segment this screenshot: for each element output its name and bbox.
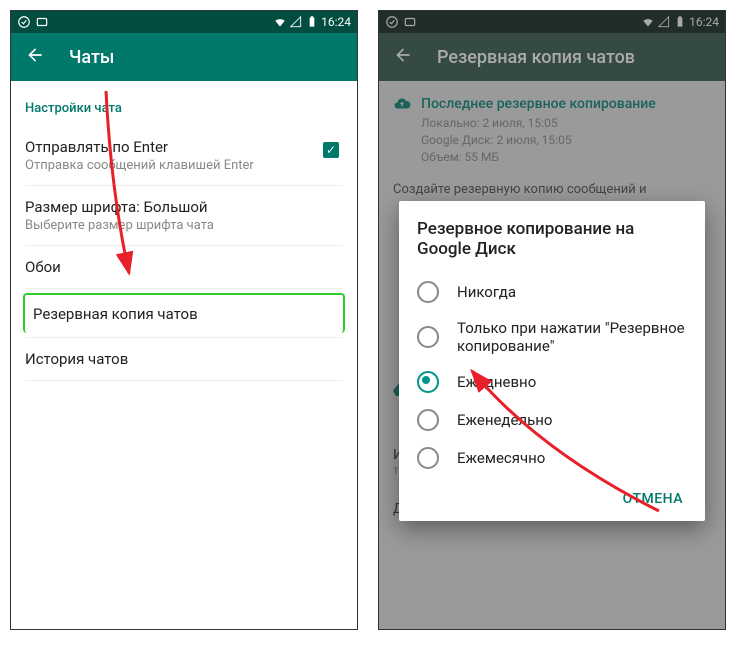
last-backup-local: Локально: 2 июля, 15:05 — [421, 116, 711, 130]
screenshot-left: 16:24 Чаты Настройки чата Отправлять по … — [10, 10, 358, 630]
section-header: Настройки чата — [25, 93, 343, 126]
backup-frequency-dialog: Резервное копирование на Google Диск Ник… — [399, 201, 705, 521]
battery-icon — [305, 15, 319, 29]
app-bar: Резервная копия чатов — [379, 33, 725, 81]
row-wallpaper[interactable]: Обои — [25, 246, 343, 289]
radio-option-manual[interactable]: Только при нажатии "Резервное копировани… — [417, 311, 687, 363]
settings-list: Настройки чата Отправлять по Enter Отпра… — [11, 81, 357, 381]
backup-hint: Создайте резервную копию сообщений и — [393, 182, 711, 197]
back-icon[interactable] — [25, 45, 45, 70]
status-bar: 16:24 — [379, 11, 725, 33]
last-backup-size: Объем: 55 МБ — [421, 150, 711, 164]
row-font-size[interactable]: Размер шрифта: Большой Выберите размер ш… — [25, 186, 343, 246]
notification-icon-2 — [403, 15, 417, 29]
notification-icon — [385, 15, 399, 29]
row-chat-backup[interactable]: Резервная копия чатов — [23, 293, 345, 333]
radio-option-monthly[interactable]: Ежемесячно — [417, 439, 687, 477]
page-title: Чаты — [69, 47, 114, 68]
signal-icon — [657, 15, 671, 29]
row-chat-history[interactable]: История чатов — [25, 337, 343, 381]
status-time: 16:24 — [689, 15, 719, 29]
radio-label: Ежедневно — [457, 373, 536, 391]
notification-icon — [17, 15, 31, 29]
row-title: Обои — [25, 258, 343, 276]
screenshot-right: 16:24 Резервная копия чатов Последнее ре… — [378, 10, 726, 630]
notification-icon-2 — [35, 15, 49, 29]
back-icon[interactable] — [393, 45, 413, 70]
radio-icon — [417, 326, 439, 348]
row-title: История чатов — [25, 350, 343, 368]
wifi-icon — [641, 15, 655, 29]
radio-icon — [417, 281, 439, 303]
last-backup-header: Последнее резервное копирование — [421, 96, 656, 112]
row-title: Резервная копия чатов — [33, 305, 335, 323]
radio-option-daily[interactable]: Ежедневно — [417, 363, 687, 401]
app-bar: Чаты — [11, 33, 357, 81]
page-title: Резервная копия чатов — [437, 47, 635, 68]
radio-option-never[interactable]: Никогда — [417, 273, 687, 311]
signal-icon — [289, 15, 303, 29]
radio-label: Только при нажатии "Резервное копировани… — [457, 319, 687, 355]
checkbox-checked-icon[interactable]: ✓ — [323, 142, 339, 158]
dialog-title: Резервное копирование на Google Диск — [417, 219, 687, 259]
radio-icon-selected — [417, 371, 439, 393]
status-time: 16:24 — [321, 15, 351, 29]
wifi-icon — [273, 15, 287, 29]
battery-icon — [673, 15, 687, 29]
row-send-by-enter[interactable]: Отправлять по Enter Отправка сообщений к… — [25, 126, 343, 186]
row-sub: Выберите размер шрифта чата — [25, 218, 343, 233]
radio-label: Ежемесячно — [457, 449, 545, 467]
radio-label: Еженедельно — [457, 411, 552, 429]
row-sub: Отправка сообщений клавишей Enter — [25, 158, 343, 173]
cancel-button[interactable]: ОТМЕНА — [619, 485, 687, 513]
row-title: Отправлять по Enter — [25, 138, 343, 156]
status-bar: 16:24 — [11, 11, 357, 33]
radio-option-weekly[interactable]: Еженедельно — [417, 401, 687, 439]
radio-icon — [417, 447, 439, 469]
cloud-upload-icon — [393, 95, 411, 113]
radio-label: Никогда — [457, 283, 516, 301]
row-title: Размер шрифта: Большой — [25, 198, 343, 216]
radio-icon — [417, 409, 439, 431]
last-backup-gdrive: Google Диск: 2 июля, 15:05 — [421, 133, 711, 147]
